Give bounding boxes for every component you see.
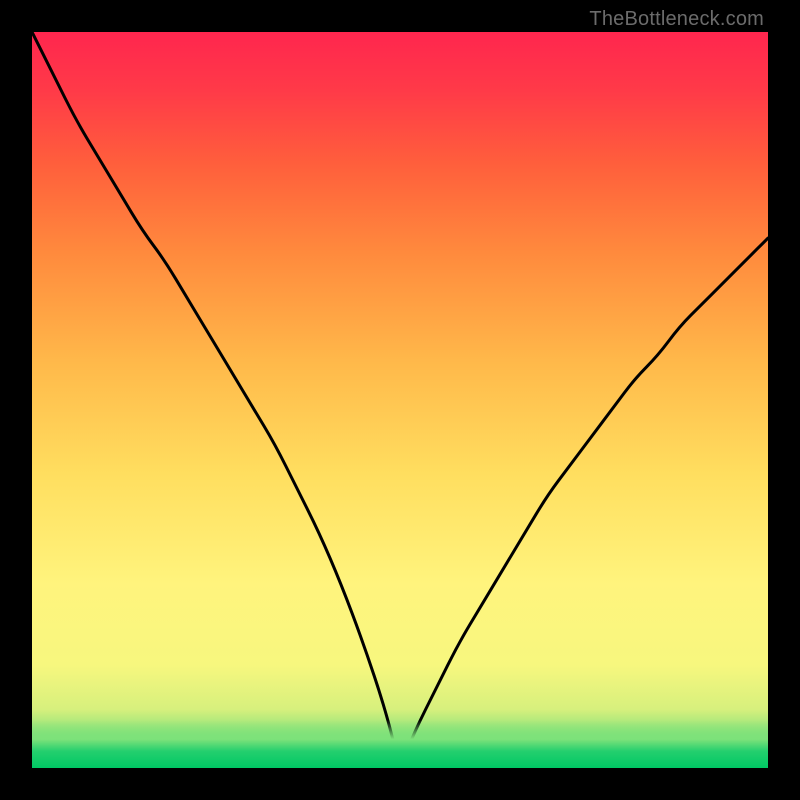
plot-area bbox=[32, 32, 768, 768]
optimal-range-marker bbox=[375, 758, 440, 768]
watermark-text: TheBottleneck.com bbox=[589, 8, 764, 31]
curve-path bbox=[32, 32, 768, 757]
chart-frame: TheBottleneck.com bbox=[0, 0, 800, 800]
bottleneck-curve bbox=[32, 32, 768, 768]
